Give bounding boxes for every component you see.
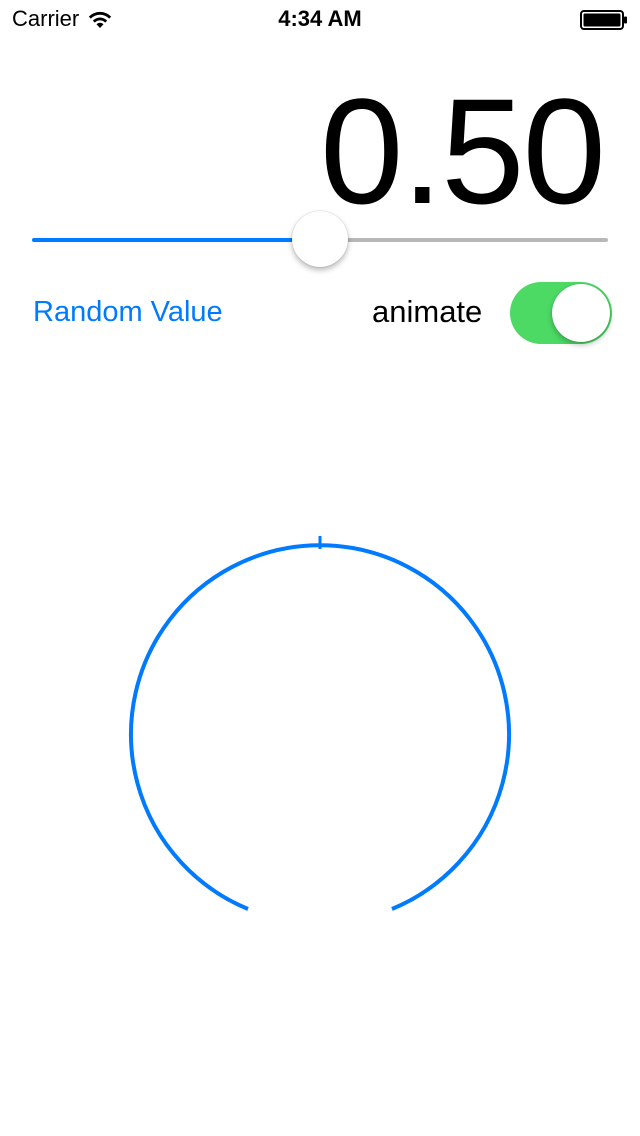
- status-time: 4:34 AM: [278, 6, 362, 31]
- animate-label: animate: [372, 294, 483, 329]
- slider-max-track: [320, 238, 608, 242]
- battery-icon: [580, 10, 627, 30]
- animate-toggle[interactable]: [510, 282, 612, 344]
- random-value-button[interactable]: Random Value: [33, 296, 223, 329]
- slider-thumb[interactable]: [292, 211, 348, 267]
- screen: Carrier 4:34 AM 0.50 Random Value animat…: [0, 0, 640, 1136]
- toggle-knob: [552, 284, 610, 342]
- status-bar: Carrier 4:34 AM: [0, 0, 640, 40]
- slider-min-track: [32, 238, 320, 242]
- value-label: 0.50: [320, 67, 606, 235]
- progress-gauge: [129, 536, 511, 911]
- value-slider[interactable]: [32, 210, 608, 270]
- gauge-arc: [129, 543, 511, 911]
